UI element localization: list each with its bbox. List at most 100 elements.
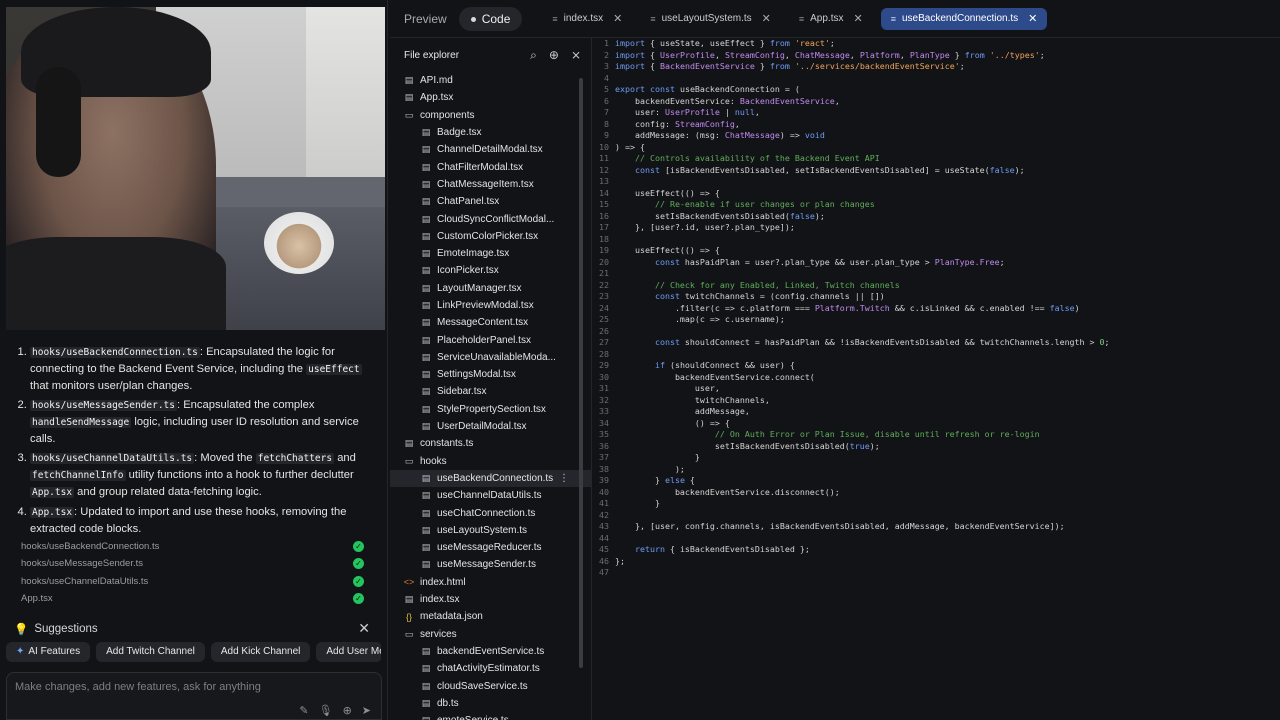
file-item-backendeventservice-ts[interactable]: ▤ backendEventService.ts <box>390 643 591 660</box>
file-item-chatfiltermodal-tsx[interactable]: ▤ ChatFilterModal.tsx <box>390 158 591 175</box>
line-number: 43 <box>599 521 609 531</box>
code-editor[interactable]: 1 import { useState, useEffect } from 're… <box>593 38 1280 720</box>
changed-file-row[interactable]: App.tsx ✓ <box>14 590 364 607</box>
file-item-metadata-json[interactable]: {} metadata.json <box>390 608 591 625</box>
file-item-badge-tsx[interactable]: ▤ Badge.tsx <box>390 124 591 141</box>
code-toggle[interactable]: Code <box>458 6 523 31</box>
changed-file-row[interactable]: hooks/useMessageSender.ts ✓ <box>14 555 364 572</box>
file-item-iconpicker-tsx[interactable]: ▤ IconPicker.tsx <box>390 262 591 279</box>
code-token: // On Auth Error or Plan Issue, disable … <box>615 429 1040 439</box>
file-item-api-md[interactable]: ▤ API.md <box>390 72 591 89</box>
code-line: 30 backendEventService.connect( <box>593 372 1110 384</box>
file-item-chatactivityestimator-ts[interactable]: ▤ chatActivityEstimator.ts <box>390 660 591 677</box>
close-tab-icon[interactable]: ✕ <box>1028 12 1037 25</box>
file-item-db-ts[interactable]: ▤ db.ts <box>390 695 591 712</box>
file-label: ChannelDetailModal.tsx <box>437 144 543 156</box>
close-tab-icon[interactable]: ✕ <box>613 12 622 25</box>
code-token: // Check for any Enabled, Linked, Twitch… <box>615 279 900 290</box>
file-item-cloudsyncconflictmodal[interactable]: ▤ CloudSyncConflictModal... <box>390 210 591 227</box>
file-item-cloudsaveservice-ts[interactable]: ▤ cloudSaveService.ts <box>390 677 591 694</box>
more-options-icon[interactable]: ⋮ <box>559 473 569 484</box>
file-icon: ▤ <box>421 472 431 483</box>
file-item-usemessagereducer-ts[interactable]: ▤ useMessageReducer.ts <box>390 539 591 556</box>
preview-toggle[interactable]: Preview <box>392 7 459 31</box>
file-item-app-tsx[interactable]: ▤ App.tsx <box>390 89 591 106</box>
code-text: }; <box>615 556 625 568</box>
file-item-index-tsx[interactable]: ▤ index.tsx <box>390 591 591 608</box>
send-icon[interactable]: ➤ <box>362 704 371 717</box>
file-item-chatmessageitem-tsx[interactable]: ▤ ChatMessageItem.tsx <box>390 176 591 193</box>
file-item-usechatconnection-ts[interactable]: ▤ useChatConnection.ts <box>390 504 591 521</box>
close-icon[interactable]: ✕ <box>358 620 370 637</box>
tab-app-tsx[interactable]: ≡ App.tsx ✕ <box>789 8 873 30</box>
prompt-input[interactable] <box>15 681 355 693</box>
changed-file-row[interactable]: hooks/useChannelDataUtils.ts ✓ <box>14 573 364 590</box>
explorer-scrollbar[interactable] <box>579 78 583 668</box>
folder-item-components[interactable]: ▭ components <box>390 107 591 124</box>
code-token: '../types' <box>989 49 1040 60</box>
file-item-index-html[interactable]: <> index.html <box>390 574 591 591</box>
file-item-emoteservice-ts[interactable]: ▤ emoteService.ts <box>390 712 591 720</box>
code-text: if (shouldConnect && user) { <box>615 360 795 372</box>
suggestion-chip-ai-features[interactable]: ✦ AI Features <box>6 642 91 662</box>
tab-uselayoutsystem-ts[interactable]: ≡ useLayoutSystem.ts ✕ <box>640 8 781 30</box>
suggestion-chip-add-kick-channel[interactable]: Add Kick Channel <box>210 642 311 662</box>
changed-file-row[interactable]: hooks/useBackendConnection.ts ✓ <box>14 538 364 555</box>
file-item-usebackendconnection-ts[interactable]: ▤ useBackendConnection.ts ⋮ <box>390 469 591 488</box>
suggestion-chip-add-user-menu[interactable]: Add User Men <box>316 642 381 662</box>
collapse-icon[interactable]: ⨯ <box>571 48 581 63</box>
line-number: 26 <box>599 325 609 336</box>
file-label: emoteService.ts <box>437 715 509 720</box>
search-icon[interactable]: ⌕ <box>530 48 537 63</box>
new-file-icon[interactable]: ⊕ <box>549 48 559 63</box>
file-item-linkpreviewmodal-tsx[interactable]: ▤ LinkPreviewModal.tsx <box>390 297 591 314</box>
code-token: backendEventService: <box>615 95 740 106</box>
ts-file-icon: ≡ <box>798 13 805 24</box>
close-tab-icon[interactable]: ✕ <box>853 12 862 25</box>
file-item-messagecontent-tsx[interactable]: ▤ MessageContent.tsx <box>390 314 591 331</box>
file-item-chatpanel-tsx[interactable]: ▤ ChatPanel.tsx <box>390 193 591 210</box>
pen-icon[interactable]: ✎ <box>299 704 308 717</box>
file-item-customcolorpicker-tsx[interactable]: ▤ CustomColorPicker.tsx <box>390 228 591 245</box>
code-line: 47 <box>593 567 1110 579</box>
code-line: 9 addMessage: (msg: ChatMessage) => void <box>593 130 1110 142</box>
code-token: ; <box>1039 49 1045 60</box>
summary-item: hooks/useBackendConnection.ts: Encapsula… <box>30 344 370 394</box>
close-tab-icon[interactable]: ✕ <box>762 12 771 25</box>
code-line: 27 const shouldConnect = hasPaidPlan && … <box>593 337 1110 349</box>
code-line: 19 useEffect(() => { <box>593 245 1110 257</box>
file-item-channeldetailmodal-tsx[interactable]: ▤ ChannelDetailModal.tsx <box>390 141 591 158</box>
line-number: 34 <box>599 417 609 428</box>
summary-text: : Updated to import and use these hooks,… <box>30 506 347 535</box>
tab-index-tsx[interactable]: ≡ index.tsx ✕ <box>542 8 632 30</box>
line-number: 44 <box>599 532 609 543</box>
add-icon[interactable]: ⊕ <box>343 704 352 717</box>
file-item-settingsmodal-tsx[interactable]: ▤ SettingsModal.tsx <box>390 366 591 383</box>
file-item-emoteimage-tsx[interactable]: ▤ EmoteImage.tsx <box>390 245 591 262</box>
microphone-icon[interactable]: 🎙 <box>319 704 333 717</box>
folder-item-services[interactable]: ▭ services <box>390 626 591 643</box>
folder-item-hooks[interactable]: ▭ hooks <box>390 453 591 470</box>
file-label: ChatMessageItem.tsx <box>437 178 534 190</box>
code-line: 26 <box>593 326 1110 338</box>
tab-usebackendconnection-ts[interactable]: ≡ useBackendConnection.ts ✕ <box>880 7 1048 30</box>
code-token: ChatMessage <box>794 49 850 60</box>
file-icon: ▤ <box>420 715 432 720</box>
file-item-layoutmanager-tsx[interactable]: ▤ LayoutManager.tsx <box>390 280 591 297</box>
code-line: 4 <box>593 73 1110 85</box>
file-item-sidebar-tsx[interactable]: ▤ Sidebar.tsx <box>390 383 591 400</box>
suggestion-chip-add-twitch-channel[interactable]: Add Twitch Channel <box>96 642 205 662</box>
file-item-usemessagesender-ts[interactable]: ▤ useMessageSender.ts <box>390 556 591 573</box>
file-item-userdetailmodal-tsx[interactable]: ▤ UserDetailModal.tsx <box>390 418 591 435</box>
summary-text: and group related data-fetching logic. <box>74 486 262 498</box>
code-token: useEffect(() => { <box>615 245 720 255</box>
file-item-constants-ts[interactable]: ▤ constants.ts <box>390 435 591 452</box>
file-item-serviceunavailablemoda[interactable]: ▤ ServiceUnavailableModa... <box>390 349 591 366</box>
file-item-usechanneldatautils-ts[interactable]: ▤ useChannelDataUtils.ts <box>390 487 591 504</box>
code-line: 34 () => { <box>593 418 1110 430</box>
code-token: backendEventService.disconnect(); <box>615 486 840 497</box>
file-item-placeholderpanel-tsx[interactable]: ▤ PlaceholderPanel.tsx <box>390 331 591 348</box>
code-token: const <box>615 256 680 267</box>
file-item-uselayoutsystem-ts[interactable]: ▤ useLayoutSystem.ts <box>390 522 591 539</box>
file-item-stylepropertysection-tsx[interactable]: ▤ StylePropertySection.tsx <box>390 401 591 418</box>
